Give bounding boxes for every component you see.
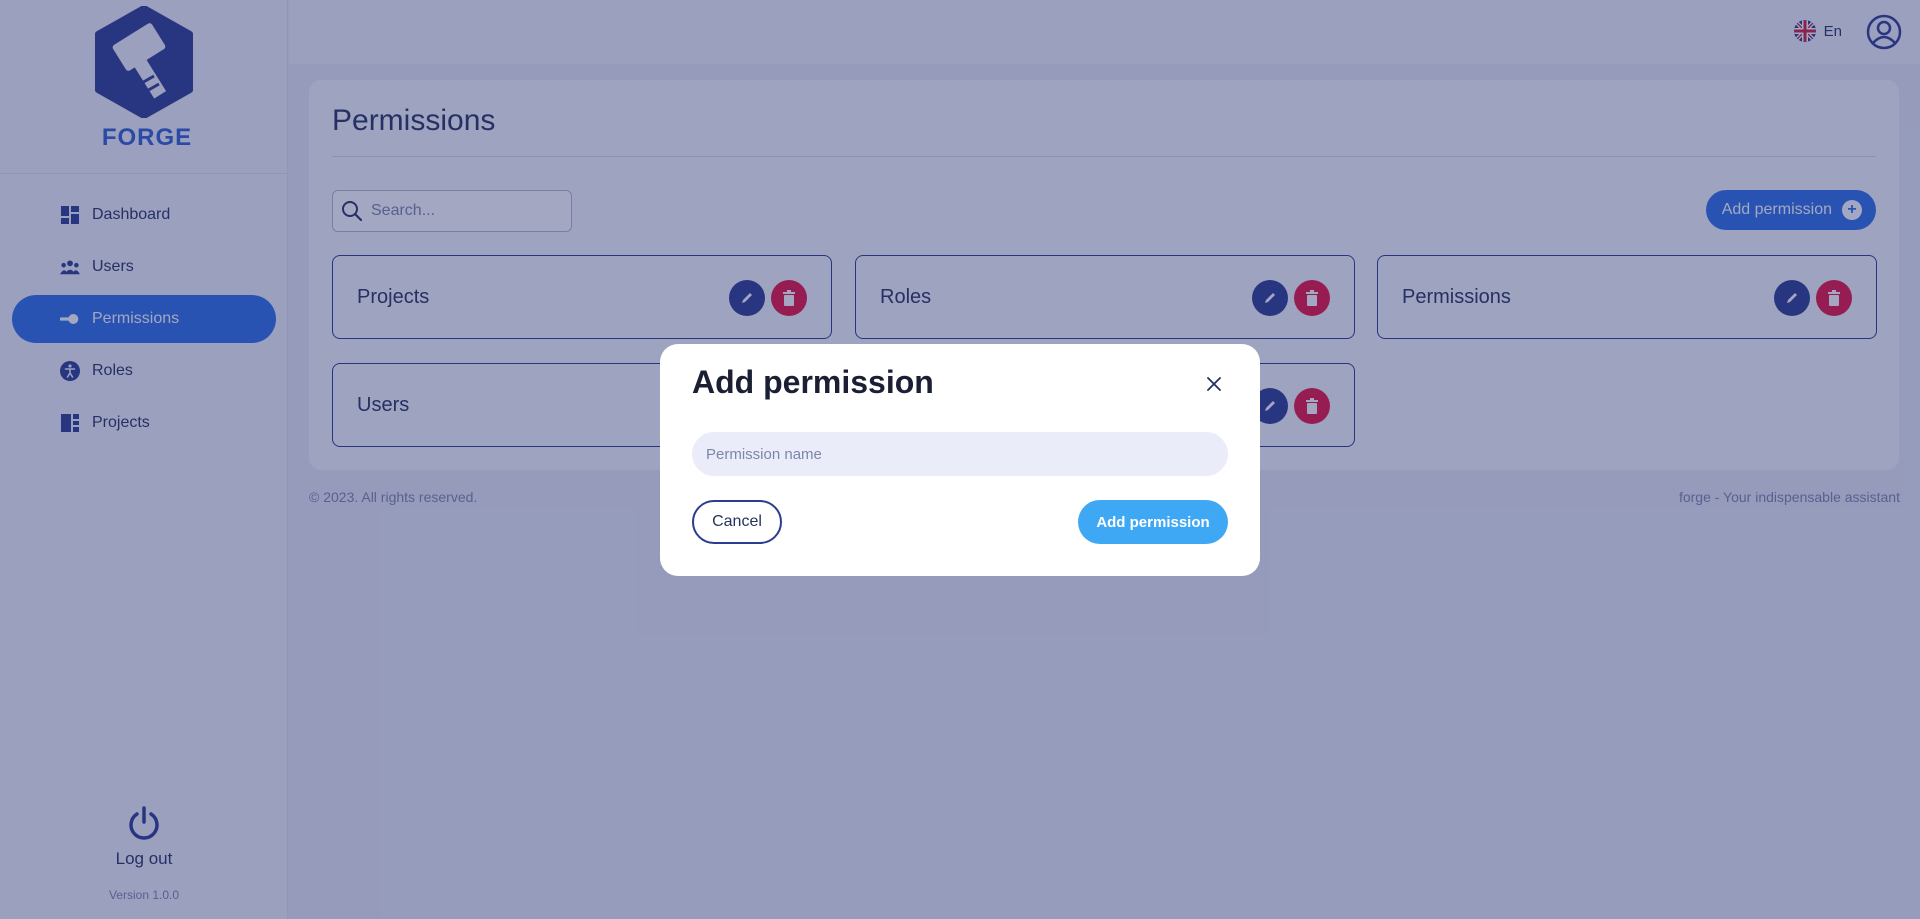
permission-name-input[interactable]: [692, 432, 1228, 476]
cancel-button[interactable]: Cancel: [692, 500, 782, 544]
add-permission-dialog: Add permission Cancel Add permission: [660, 344, 1260, 576]
dialog-title: Add permission: [692, 364, 934, 400]
close-icon[interactable]: [1204, 374, 1224, 394]
submit-add-permission-button[interactable]: Add permission: [1078, 500, 1228, 544]
